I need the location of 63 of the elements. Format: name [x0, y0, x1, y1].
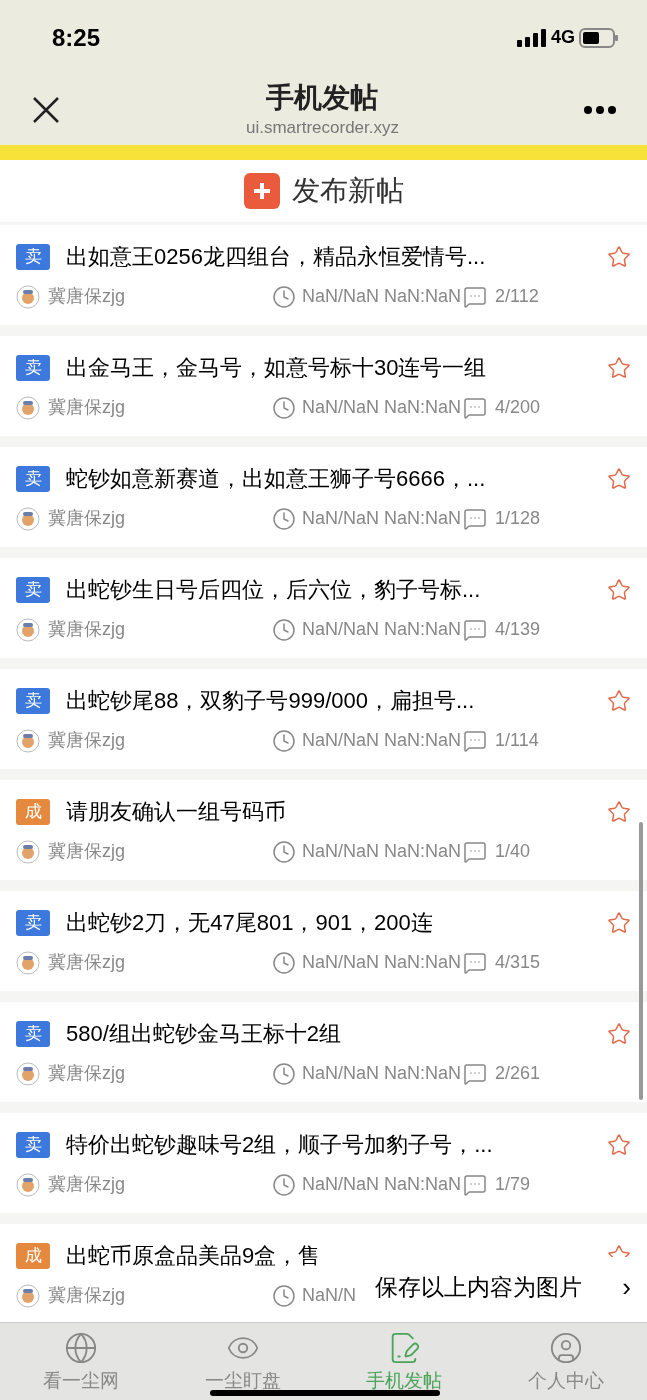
post-author: 冀唐保zjg [48, 1284, 126, 1307]
post-count: 1/40 [495, 840, 531, 863]
post-author: 冀唐保zjg [48, 840, 126, 863]
post-count: 4/139 [495, 618, 541, 641]
post-title: 出蛇币原盒品美品9盒，售 [66, 1242, 322, 1270]
post-count: 1/114 [495, 729, 539, 752]
post-card[interactable]: 卖 出蛇钞生日号后四位，后六位，豹子号标... 冀唐保zjg NaN/NaN NaN:NaN 4/139 [0, 558, 647, 658]
post-author: 冀唐保zjg [48, 285, 126, 308]
post-time: NaN/NaN NaN:NaN [302, 729, 462, 752]
post-author: 冀唐保zjg [48, 729, 126, 752]
post-title: 出蛇钞尾88，双豹子号999/000，扁担号... [66, 687, 476, 715]
post-title: 蛇钞如意新赛道，出如意王狮子号6666，... [66, 465, 487, 493]
post-author: 冀唐保zjg [48, 951, 126, 974]
post-tag: 卖 [16, 687, 50, 714]
post-author: 冀唐保zjg [48, 1062, 126, 1085]
post-count: 2/261 [495, 1062, 541, 1085]
post-author: 冀唐保zjg [48, 507, 126, 530]
post-title: 特价出蛇钞趣味号2组，顺子号加豹子号，... [66, 1131, 494, 1159]
post-time: NaN/N [302, 1284, 356, 1307]
post-tag: 卖 [16, 1020, 50, 1047]
post-title: 出蛇钞2刀，无47尾801，901，200连 [66, 909, 434, 937]
new-post-button[interactable]: 发布新帖 [243, 170, 404, 212]
post-title: 请朋友确认一组号码币 [66, 798, 287, 826]
post-author: 冀唐保zjg [48, 618, 126, 641]
post-time: NaN/NaN NaN:NaN [302, 1173, 462, 1196]
post-count: 4/200 [495, 396, 541, 419]
page-url: ui.smartrecorder.xyz [245, 116, 399, 139]
post-card[interactable]: 卖 特价出蛇钞趣味号2组，顺子号加豹子号，... 冀唐保zjg NaN/NaN NaN:NaN 1/79 [0, 1113, 647, 1213]
post-card[interactable]: 成 请朋友确认一组号码币 冀唐保zjg NaN/NaN NaN:NaN 1/40 [0, 780, 647, 880]
post-card[interactable]: 卖 出金马王，金马号，如意号标十30连号一组 冀唐保zjg NaN/NaN NaN:NaN 4/200 [0, 336, 647, 436]
post-tag: 卖 [16, 243, 50, 270]
post-tag: 卖 [16, 909, 50, 936]
post-time: NaN/NaN NaN:NaN [302, 1062, 462, 1085]
post-card[interactable]: 卖 蛇钞如意新赛道，出如意王狮子号6666，... 冀唐保zjg NaN/NaN NaN:NaN 1/128 [0, 447, 647, 547]
post-card[interactable]: 卖 出蛇钞尾88，双豹子号999/000，扁担号... 冀唐保zjg NaN/NaN NaN:NaN 1/114 [0, 669, 647, 769]
post-count: 2/112 [495, 285, 539, 308]
network-label: 4G [551, 26, 575, 49]
post-time: NaN/NaN NaN:NaN [302, 618, 462, 641]
post-card[interactable]: 卖 580/组出蛇钞金马王标十2组 冀唐保zjg NaN/NaN NaN:NaN 2/261 [0, 1002, 647, 1102]
post-time: NaN/NaN NaN:NaN [302, 951, 462, 974]
post-time: NaN/NaN NaN:NaN [302, 285, 462, 308]
status-time: 8:25 [52, 22, 101, 53]
post-title: 出蛇钞生日号后四位，后六位，豹子号标... [66, 576, 482, 604]
post-card[interactable]: 卖 出蛇钞2刀，无47尾801，901，200连 冀唐保zjg NaN/NaN NaN:NaN 4/315 [0, 891, 647, 991]
post-tag: 卖 [16, 465, 50, 492]
post-title: 出如意王0256龙四组台，精品永恒爱情号... [66, 243, 487, 271]
post-tag: 成 [16, 1242, 50, 1269]
post-title: 580/组出蛇钞金马王标十2组 [66, 1020, 343, 1048]
post-time: NaN/NaN NaN:NaN [302, 396, 462, 419]
window-title: 手机发帖 [266, 80, 379, 115]
post-author: 冀唐保zjg [48, 1173, 126, 1196]
post-count: 1/79 [495, 1173, 531, 1196]
post-tag: 卖 [16, 1131, 50, 1158]
post-author: 冀唐保zjg [48, 396, 126, 419]
post-card[interactable]: 卖 出如意王0256龙四组台，精品永恒爱情号... 冀唐保zjg NaN/NaN NaN:NaN 2/112 [0, 225, 647, 325]
post-time: NaN/NaN NaN:NaN [302, 840, 462, 863]
post-tag: 卖 [16, 576, 50, 603]
post-count: 1/128 [495, 507, 541, 530]
post-tag: 卖 [16, 354, 50, 381]
post-tag: 成 [16, 798, 50, 825]
post-count: 4/315 [495, 951, 541, 974]
post-title: 出金马王，金马号，如意号标十30连号一组 [66, 354, 488, 382]
post-time: NaN/NaN NaN:NaN [302, 507, 462, 530]
